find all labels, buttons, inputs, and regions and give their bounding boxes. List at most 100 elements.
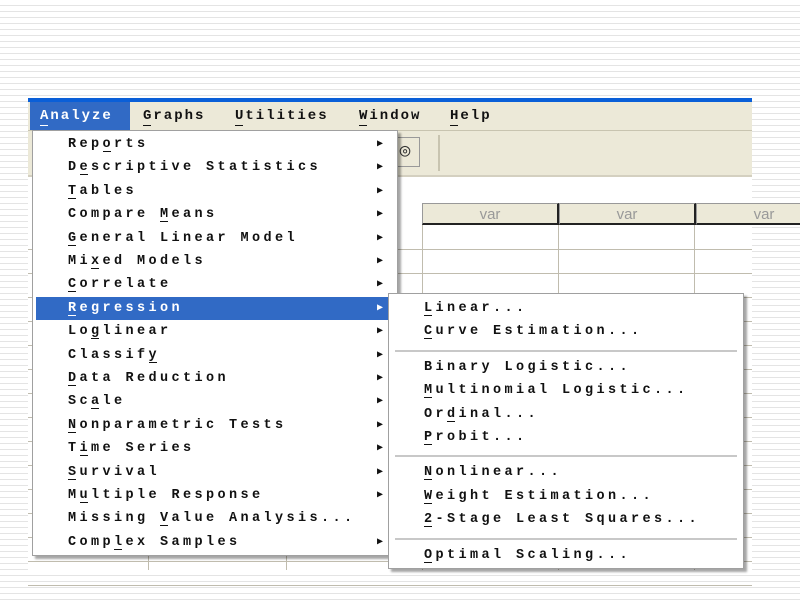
- submenu-arrow-icon: ▶: [376, 443, 383, 455]
- menu-item-regression[interactable]: Regression ▶: [36, 296, 391, 320]
- menu-item-label: Tables: [68, 183, 138, 199]
- menu-item-classify[interactable]: Classify ▶: [36, 344, 391, 367]
- menu-item-label: Classify: [68, 347, 161, 363]
- menu-item-label: Scale: [68, 394, 126, 410]
- menu-item-reports[interactable]: Reports ▶: [36, 133, 391, 156]
- menu-bar: Analyze Graphs Utilities Window Help: [28, 102, 752, 131]
- menu-item-label: Optimal Scaling...: [424, 547, 632, 563]
- mnemonic-underline: [79, 455, 88, 457]
- menu-item-label: Binary Logistic...: [424, 359, 632, 375]
- column-header[interactable]: var: [696, 203, 800, 225]
- submenu-arrow-icon: ▶: [376, 162, 383, 174]
- menu-item-label: Ordinal...: [424, 406, 540, 422]
- mnemonic-underline: [424, 338, 433, 340]
- menu-item-descriptive-statistics[interactable]: Descriptive Statistics ▶: [36, 156, 391, 179]
- mnemonic-underline: [160, 525, 169, 527]
- menu-item-label: Compare Means: [68, 207, 218, 223]
- menu-item-complex-samples[interactable]: Complex Samples ▶: [36, 531, 391, 554]
- submenu-item-weight-estimation[interactable]: Weight Estimation...: [392, 485, 737, 508]
- regression-submenu: Linear... Curve Estimation... Binary Logis…: [388, 293, 744, 569]
- mnemonic-underline: [102, 151, 111, 152]
- menu-item-compare-means[interactable]: Compare Means ▶: [36, 203, 391, 226]
- mnemonic-underline: [68, 478, 77, 480]
- menu-label: Graphs: [143, 108, 206, 126]
- submenu-arrow-icon: ▶: [376, 302, 383, 314]
- menu-analyze[interactable]: Analyze: [30, 102, 130, 130]
- mnemonic-underline: [450, 125, 459, 126]
- mnemonic-underline: [68, 314, 77, 316]
- menu-item-multiple-response[interactable]: Multiple Response ▶: [36, 484, 391, 507]
- menu-item-label: Loglinear: [68, 324, 172, 340]
- submenu-arrow-icon: ▶: [376, 209, 383, 221]
- menu-item-label: Probit...: [424, 430, 528, 445]
- menu-separator: [395, 349, 737, 353]
- menu-item-general-linear-model[interactable]: General Linear Model ▶: [36, 227, 391, 250]
- submenu-arrow-icon: ▶: [376, 279, 383, 291]
- menu-item-label: Reports: [68, 137, 149, 152]
- mnemonic-underline: [114, 548, 123, 550]
- menu-item-label: Correlate: [68, 277, 172, 293]
- menu-item-label: General Linear Model: [68, 230, 299, 246]
- menu-item-label: Weight Estimation...: [424, 488, 655, 504]
- menu-item-label: Missing Value Analysis...: [68, 511, 356, 527]
- submenu-arrow-icon: ▶: [376, 185, 383, 197]
- menu-item-label: Descriptive Statistics: [68, 160, 322, 176]
- mnemonic-underline: [447, 420, 456, 422]
- mnemonic-underline: [160, 221, 169, 223]
- submenu-item-nonlinear[interactable]: Nonlinear...: [392, 461, 737, 484]
- submenu-item-curve-estimation[interactable]: Curve Estimation...: [392, 320, 737, 343]
- menu-separator: [395, 455, 737, 459]
- submenu-arrow-icon: ▶: [376, 139, 383, 150]
- mnemonic-underline: [424, 526, 433, 528]
- submenu-arrow-icon: ▶: [376, 326, 383, 338]
- mnemonic-underline: [68, 291, 77, 293]
- menu-item-nonparametric-tests[interactable]: Nonparametric Tests ▶: [36, 414, 391, 437]
- menu-graphs[interactable]: Graphs: [133, 102, 215, 130]
- submenu-arrow-icon: ▶: [376, 419, 383, 431]
- column-header[interactable]: var: [422, 203, 559, 225]
- mnemonic-underline: [68, 385, 77, 386]
- mnemonic-underline: [424, 444, 433, 445]
- mnemonic-underline: [148, 361, 157, 363]
- mnemonic-underline: [424, 561, 433, 563]
- mnemonic-underline: [235, 125, 244, 126]
- submenu-item-optimal-scaling[interactable]: Optimal Scaling...: [392, 544, 737, 567]
- submenu-arrow-icon: ▶: [376, 232, 383, 244]
- submenu-item-2-stage-least-squares[interactable]: 2-Stage Least Squares...: [392, 508, 737, 531]
- menu-window[interactable]: Window: [349, 102, 431, 130]
- menu-item-label: Multiple Response: [68, 488, 264, 503]
- mnemonic-underline: [424, 479, 433, 481]
- menu-item-label: 2-Stage Least Squares...: [424, 512, 701, 528]
- submenu-arrow-icon: ▶: [376, 373, 383, 384]
- menu-item-data-reduction[interactable]: Data Reduction ▶: [36, 367, 391, 390]
- menu-label: Utilities: [235, 108, 329, 126]
- menu-item-correlate[interactable]: Correlate ▶: [36, 273, 391, 296]
- menu-item-label: Survival: [68, 464, 161, 480]
- menu-item-missing-value-analysis[interactable]: Missing Value Analysis...: [36, 507, 391, 530]
- toolbar-separator: [438, 135, 440, 171]
- mnemonic-underline: [91, 268, 100, 269]
- mnemonic-underline: [68, 244, 77, 246]
- menu-item-scale[interactable]: Scale ▶: [36, 390, 391, 413]
- menu-item-survival[interactable]: Survival ▶: [36, 461, 391, 484]
- menu-item-time-series[interactable]: Time Series ▶: [36, 437, 391, 460]
- mnemonic-underline: [68, 197, 77, 199]
- menu-item-tables[interactable]: Tables ▶: [36, 180, 391, 203]
- column-header[interactable]: var: [559, 203, 696, 225]
- analyze-menu: Reports ▶ Descriptive Statistics ▶ Tables ▶ Co…: [32, 130, 398, 556]
- submenu-item-ordinal[interactable]: Ordinal...: [392, 403, 737, 426]
- menu-item-label: Time Series: [68, 441, 195, 457]
- submenu-arrow-icon: ▶: [376, 490, 383, 501]
- menu-item-loglinear[interactable]: Loglinear ▶: [36, 320, 391, 343]
- submenu-item-multinomial-logistic[interactable]: Multinomial Logistic...: [392, 379, 737, 402]
- mnemonic-underline: [424, 397, 433, 399]
- submenu-item-binary-logistic[interactable]: Binary Logistic...: [392, 356, 737, 379]
- menu-item-label: Data Reduction: [68, 371, 230, 386]
- menu-utilities[interactable]: Utilities: [225, 102, 339, 130]
- menu-item-mixed-models[interactable]: Mixed Models ▶: [36, 250, 391, 273]
- menu-item-label: Linear...: [424, 301, 528, 316]
- menu-help[interactable]: Help: [440, 102, 502, 130]
- submenu-item-probit[interactable]: Probit...: [392, 426, 737, 449]
- mnemonic-underline: [143, 125, 152, 126]
- submenu-item-linear[interactable]: Linear...: [392, 297, 737, 320]
